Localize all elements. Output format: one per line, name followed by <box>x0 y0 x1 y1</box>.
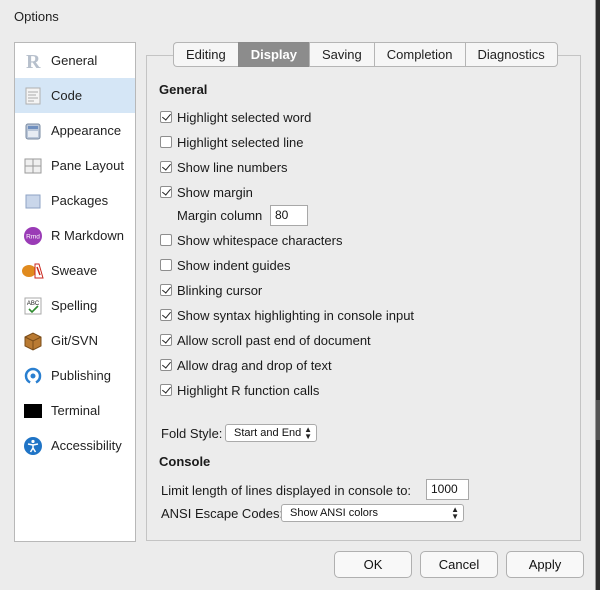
option-show-indent-guides[interactable]: Show indent guides <box>160 255 290 275</box>
sidebar-item-packages[interactable]: Packages <box>15 183 135 218</box>
console-limit-label: Limit length of lines displayed in conso… <box>161 483 412 498</box>
apply-button[interactable]: Apply <box>506 551 584 578</box>
console-section-title: Console <box>159 454 211 469</box>
ansi-escape-label: ANSI Escape Codes: <box>161 506 284 521</box>
option-label: Blinking cursor <box>177 282 263 298</box>
sidebar-item-terminal[interactable]: Terminal <box>15 393 135 428</box>
option-highlight-selected-line[interactable]: Highlight selected line <box>160 132 303 152</box>
tab-saving[interactable]: Saving <box>309 42 374 67</box>
option-label: Show line numbers <box>177 159 288 175</box>
checkbox[interactable] <box>160 136 172 148</box>
ansi-escape-select[interactable]: Show ANSI colors ▲ ▼ <box>281 504 464 522</box>
r-logo-icon: R <box>21 50 45 72</box>
sweave-icon <box>21 260 45 282</box>
sidebar-item-git-svn[interactable]: Git/SVN <box>15 323 135 358</box>
sidebar-item-label: Git/SVN <box>51 333 98 348</box>
checkbox[interactable] <box>160 161 172 173</box>
sidebar-item-label: Code <box>51 88 83 103</box>
code-icon <box>21 85 45 107</box>
fold-style-select[interactable]: Start and End ▲ ▼ <box>225 424 317 442</box>
margin-column-input[interactable]: 80 <box>270 205 308 226</box>
checkbox[interactable] <box>160 111 172 123</box>
tab-editing[interactable]: Editing <box>173 42 238 67</box>
sidebar-item-spelling[interactable]: ABC Spelling <box>15 288 135 323</box>
tab-bar: Editing Display Saving Completion Diagno… <box>173 42 558 67</box>
sidebar-item-accessibility[interactable]: Accessibility <box>15 428 135 463</box>
spelling-icon: ABC <box>21 295 45 317</box>
option-show-margin[interactable]: Show margin <box>160 182 253 202</box>
tab-diagnostics[interactable]: Diagnostics <box>464 42 558 67</box>
checkbox[interactable] <box>160 309 172 321</box>
option-label: Allow scroll past end of document <box>177 332 371 348</box>
option-label: Highlight selected word <box>177 109 312 125</box>
option-label: Show margin <box>177 184 253 200</box>
option-blinking-cursor[interactable]: Blinking cursor <box>160 280 262 300</box>
fold-style-value: Start and End <box>234 427 302 439</box>
tab-completion[interactable]: Completion <box>373 42 465 67</box>
sidebar-item-label: Accessibility <box>51 438 122 453</box>
option-label: Highlight R function calls <box>177 382 320 398</box>
general-section-title: General <box>159 82 208 97</box>
sidebar-item-label: Pane Layout <box>51 158 125 173</box>
checkbox[interactable] <box>160 384 172 396</box>
select-arrows-icon: ▲ ▼ <box>451 505 459 521</box>
sidebar-item-label: Appearance <box>51 123 122 138</box>
option-scroll-past-end[interactable]: Allow scroll past end of document <box>160 330 371 350</box>
option-show-line-numbers[interactable]: Show line numbers <box>160 157 288 177</box>
option-highlight-selected-word[interactable]: Highlight selected word <box>160 107 311 127</box>
option-label: Allow drag and drop of text <box>177 357 332 373</box>
option-highlight-r-function-calls[interactable]: Highlight R function calls <box>160 380 319 400</box>
sidebar-item-general[interactable]: R General <box>15 43 135 78</box>
sidebar-item-pane-layout[interactable]: Pane Layout <box>15 148 135 183</box>
svg-text:R: R <box>26 51 41 71</box>
sidebar-item-label: Packages <box>51 193 109 208</box>
publishing-icon <box>21 365 45 387</box>
sidebar: R General Code Appearance Pane Layout Pa… <box>14 42 136 542</box>
rmd-icon: Rmd <box>21 225 45 247</box>
checkbox[interactable] <box>160 359 172 371</box>
checkbox[interactable] <box>160 334 172 346</box>
checkbox[interactable] <box>160 259 172 271</box>
option-label: Show indent guides <box>177 257 291 273</box>
ansi-escape-value: Show ANSI colors <box>290 507 379 519</box>
terminal-icon <box>21 400 45 422</box>
sidebar-item-label: Terminal <box>51 403 101 418</box>
sidebar-item-publishing[interactable]: Publishing <box>15 358 135 393</box>
option-show-whitespace[interactable]: Show whitespace characters <box>160 230 342 250</box>
background-window-edge <box>596 0 600 590</box>
sidebar-item-r-markdown[interactable]: Rmd R Markdown <box>15 218 135 253</box>
sidebar-item-label: General <box>51 53 98 68</box>
sidebar-item-sweave[interactable]: Sweave <box>15 253 135 288</box>
select-arrows-icon: ▲ ▼ <box>304 425 312 441</box>
rmd-icon-text: Rmd <box>26 233 40 240</box>
option-label: Show syntax highlighting in console inpu… <box>177 307 415 323</box>
window-title: Options <box>0 0 595 34</box>
option-drag-drop-text[interactable]: Allow drag and drop of text <box>160 355 332 375</box>
fold-style-label: Fold Style: <box>161 426 223 441</box>
sidebar-item-appearance[interactable]: Appearance <box>15 113 135 148</box>
option-label: Highlight selected line <box>177 134 304 150</box>
console-limit-input[interactable]: 1000 <box>426 479 469 500</box>
background-window-fragment <box>596 400 600 440</box>
sidebar-item-label: Spelling <box>51 298 98 313</box>
ok-button[interactable]: OK <box>334 551 412 578</box>
pane-layout-icon <box>21 155 45 177</box>
packages-icon <box>21 190 45 212</box>
appearance-icon <box>21 120 45 142</box>
option-syntax-highlighting-console[interactable]: Show syntax highlighting in console inpu… <box>160 305 414 325</box>
checkbox[interactable] <box>160 186 172 198</box>
tab-display[interactable]: Display <box>237 42 309 67</box>
cancel-button[interactable]: Cancel <box>420 551 498 578</box>
git-icon <box>21 330 45 352</box>
checkbox[interactable] <box>160 234 172 246</box>
option-label: Show whitespace characters <box>177 232 343 248</box>
accessibility-icon <box>21 435 45 457</box>
checkbox[interactable] <box>160 284 172 296</box>
options-window: Options R General Code Appearance Pane L… <box>0 0 596 590</box>
margin-column-label: Margin column <box>177 208 263 223</box>
sidebar-item-code[interactable]: Code <box>15 78 135 113</box>
sidebar-item-label: R Markdown <box>51 228 124 243</box>
sidebar-item-label: Publishing <box>51 368 111 383</box>
sidebar-item-label: Sweave <box>51 263 98 278</box>
